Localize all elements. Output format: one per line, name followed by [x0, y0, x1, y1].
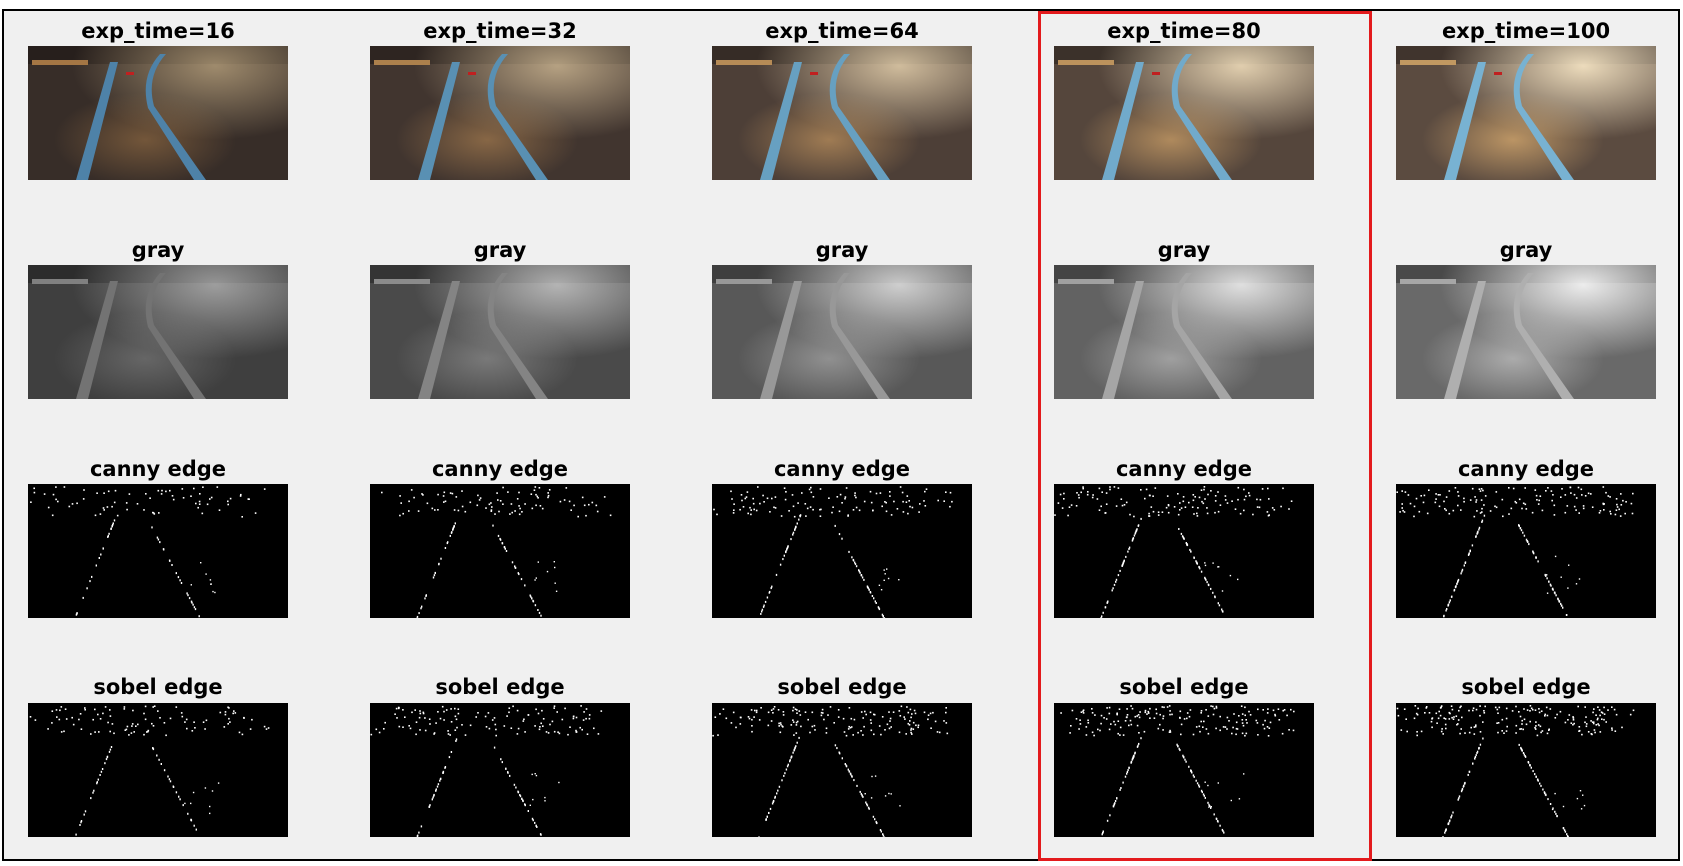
gray-title: gray — [473, 238, 527, 262]
figure-panel: exp_time=16 gray canny edge sobel edge e… — [2, 9, 1680, 861]
gray-image — [370, 265, 630, 399]
sobel-edge-title: sobel edge — [1119, 675, 1249, 699]
sobel-edge-image — [1054, 703, 1314, 837]
canny-edge-title: canny edge — [1457, 457, 1595, 481]
gray-image — [1054, 265, 1314, 399]
canny-edge-image — [28, 484, 288, 618]
color-title: exp_time=16 — [81, 19, 235, 43]
color-title: exp_time=100 — [1441, 19, 1611, 43]
canny-edge-title: canny edge — [1115, 457, 1253, 481]
color-image — [1054, 46, 1314, 180]
gray-title: gray — [815, 238, 869, 262]
sobel-edge-image — [712, 703, 972, 837]
color-title: exp_time=80 — [1107, 19, 1261, 43]
canny-edge-image — [1396, 484, 1656, 618]
sobel-edge-image — [28, 703, 288, 837]
gray-image — [712, 265, 972, 399]
gray-image — [28, 265, 288, 399]
canny-edge-title: canny edge — [89, 457, 227, 481]
color-title: exp_time=32 — [423, 19, 577, 43]
color-image — [712, 46, 972, 180]
gray-image — [1396, 265, 1656, 399]
canny-edge-title: canny edge — [431, 457, 569, 481]
gray-title: gray — [1157, 238, 1211, 262]
color-image — [1396, 46, 1656, 180]
canny-edge-image — [712, 484, 972, 618]
sobel-edge-title: sobel edge — [93, 675, 223, 699]
color-title: exp_time=64 — [765, 19, 919, 43]
sobel-edge-image — [1396, 703, 1656, 837]
gray-title: gray — [1499, 238, 1553, 262]
sobel-edge-title: sobel edge — [1461, 675, 1591, 699]
gray-title: gray — [131, 238, 185, 262]
color-image — [370, 46, 630, 180]
color-image — [28, 46, 288, 180]
sobel-edge-title: sobel edge — [777, 675, 907, 699]
canny-edge-image — [370, 484, 630, 618]
sobel-edge-image — [370, 703, 630, 837]
sobel-edge-title: sobel edge — [435, 675, 565, 699]
canny-edge-image — [1054, 484, 1314, 618]
canny-edge-title: canny edge — [773, 457, 911, 481]
